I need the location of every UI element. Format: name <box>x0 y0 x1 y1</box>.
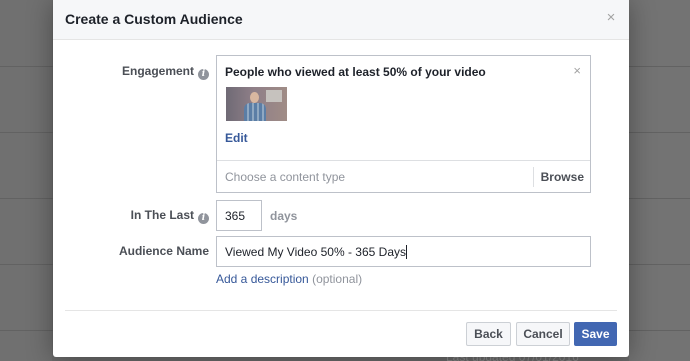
text-caret <box>406 245 407 259</box>
dialog-header: Create a Custom Audience × <box>53 0 629 40</box>
in-the-last-label: In The Last i <box>131 208 209 224</box>
info-icon[interactable]: i <box>198 69 209 80</box>
content-type-row: Choose a content type Browse <box>217 160 590 192</box>
add-description: Add a description (optional) <box>216 272 362 286</box>
browse-button[interactable]: Browse <box>532 167 590 187</box>
add-description-link[interactable]: Add a description <box>216 272 309 286</box>
remove-selection-icon[interactable]: × <box>573 63 581 78</box>
edit-link[interactable]: Edit <box>225 131 248 145</box>
engagement-selector: People who viewed at least 50% of your v… <box>216 55 591 193</box>
optional-text: (optional) <box>312 272 363 286</box>
dialog-title: Create a Custom Audience <box>65 11 243 27</box>
days-input[interactable]: 365 <box>216 200 262 231</box>
close-icon[interactable]: × <box>604 10 618 25</box>
background-right-column <box>629 0 690 361</box>
create-custom-audience-dialog: Create a Custom Audience × Engagement i P… <box>53 0 629 357</box>
engagement-selection-title: People who viewed at least 50% of your v… <box>225 65 486 79</box>
background-left-column <box>0 0 52 361</box>
save-button[interactable]: Save <box>574 322 617 346</box>
engagement-label: Engagement i <box>122 64 209 80</box>
info-icon[interactable]: i <box>198 213 209 224</box>
content-type-input[interactable]: Choose a content type <box>225 170 345 184</box>
footer-divider <box>65 310 617 311</box>
engagement-label-text: Engagement <box>121 64 194 78</box>
audience-name-input[interactable]: Viewed My Video 50% - 365 Days <box>216 236 591 267</box>
cancel-button[interactable]: Cancel <box>516 322 570 346</box>
audience-name-label: Audience Name <box>118 244 209 258</box>
days-unit-label: days <box>270 209 298 223</box>
back-button[interactable]: Back <box>466 322 511 346</box>
in-the-last-label-text: In The Last <box>130 208 194 222</box>
audience-name-value: Viewed My Video 50% - 365 Days <box>225 245 406 259</box>
video-thumbnail <box>226 87 287 121</box>
